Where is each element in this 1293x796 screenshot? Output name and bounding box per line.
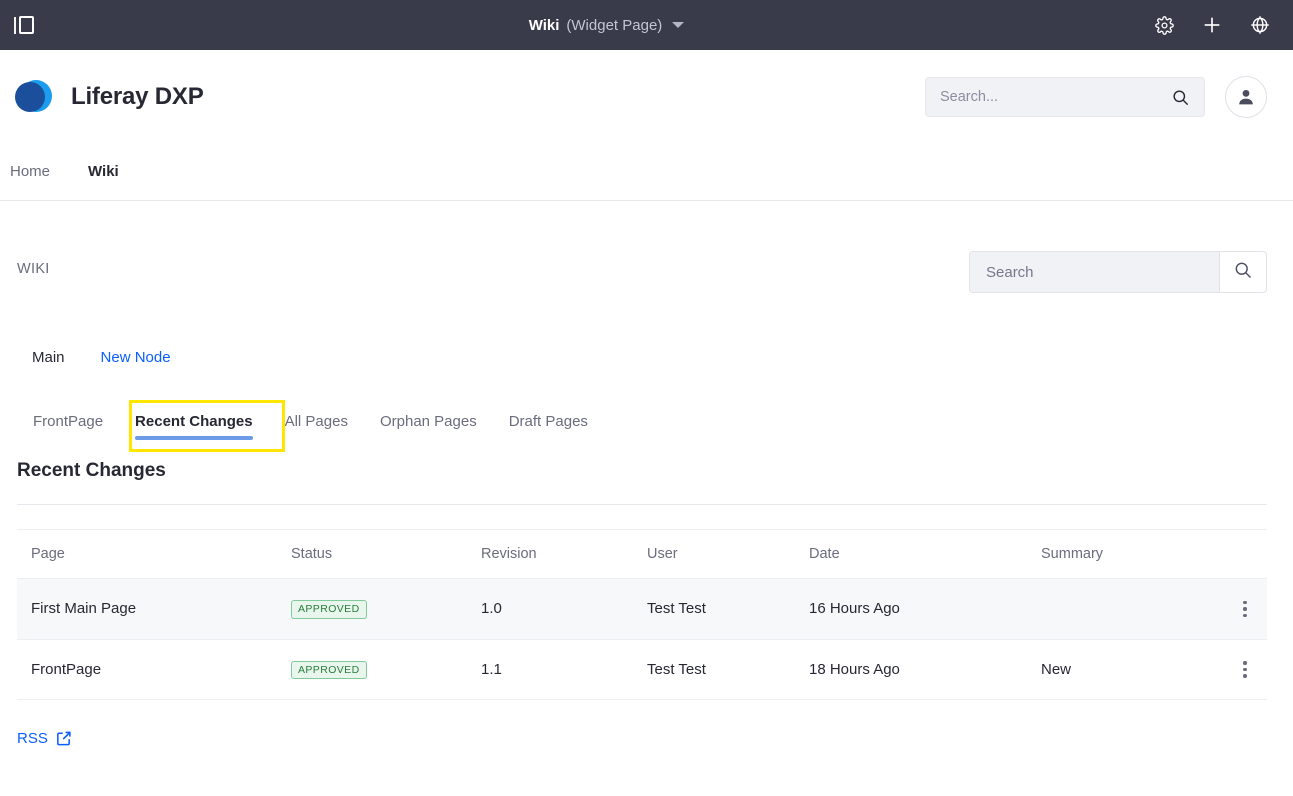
- site-header-right: [925, 76, 1267, 118]
- column-header-summary: Summary: [1027, 529, 1221, 579]
- cell-date: 16 Hours Ago: [795, 578, 1027, 639]
- site-header: Liferay DXP: [0, 50, 1293, 144]
- kebab-menu-icon[interactable]: [1235, 600, 1255, 617]
- panel-toggle-icon[interactable]: [14, 16, 34, 34]
- page-title: Wiki: [528, 16, 560, 34]
- brand-name: Liferay DXP: [71, 83, 204, 110]
- cell-revision: 1.1: [467, 638, 633, 700]
- user-avatar-icon[interactable]: [1225, 76, 1267, 118]
- control-menu-left: [0, 16, 60, 34]
- cell-actions: [1221, 578, 1267, 639]
- column-header-revision: Revision: [467, 529, 633, 579]
- table-header-row: Page Status Revision User Date Summary: [17, 529, 1267, 579]
- wiki-node-tabs: Main New Node: [17, 349, 1267, 366]
- control-menu-page-title[interactable]: Wiki (Widget Page): [60, 17, 1153, 34]
- wiki-navigation-tabs: FrontPage Recent Changes All Pages Orpha…: [17, 394, 1267, 452]
- rss-link[interactable]: RSS: [17, 730, 48, 747]
- wiki-portlet: WIKI Main New Node FrontPage Recent Chan…: [0, 201, 1293, 747]
- cell-page: First Main Page: [17, 578, 277, 639]
- active-tab-underline: [135, 436, 253, 440]
- tab-recent-changes-label: Recent Changes: [135, 413, 253, 430]
- status-badge: APPROVED: [291, 600, 367, 619]
- header-search[interactable]: [925, 77, 1205, 117]
- cell-revision: 1.0: [467, 578, 633, 639]
- page-type-label: (Widget Page): [566, 16, 663, 34]
- table-row[interactable]: First Main Page APPROVED 1.0 Test Test 1…: [17, 578, 1267, 639]
- cell-status: APPROVED: [277, 578, 467, 639]
- cell-summary: [1027, 578, 1221, 639]
- tab-recent-changes[interactable]: Recent Changes: [119, 413, 269, 446]
- search-icon[interactable]: [1171, 88, 1190, 107]
- status-badge: APPROVED: [291, 660, 367, 679]
- kebab-menu-icon[interactable]: [1235, 661, 1255, 678]
- table-row[interactable]: FrontPage APPROVED 1.1 Test Test 18 Hour…: [17, 638, 1267, 700]
- wiki-search-group: [969, 251, 1267, 293]
- portlet-label: WIKI: [17, 261, 50, 277]
- cell-user: Test Test: [633, 578, 795, 639]
- column-header-status: Status: [277, 529, 467, 579]
- search-input[interactable]: [940, 89, 1171, 105]
- node-tab-new-node[interactable]: New Node: [101, 349, 171, 366]
- column-header-date: Date: [795, 529, 1027, 579]
- tab-orphan-pages[interactable]: Orphan Pages: [364, 413, 493, 446]
- nav-item-home[interactable]: Home: [10, 163, 50, 182]
- liferay-logo-icon: [15, 78, 53, 116]
- node-tab-main[interactable]: Main: [32, 349, 65, 366]
- cell-date: 18 Hours Ago: [795, 638, 1027, 700]
- site-navigation: Home Wiki: [0, 144, 1293, 200]
- app-window: Wiki (Widget Page) Liferay DXP Search...…: [0, 0, 1293, 796]
- column-header-page: Page: [17, 529, 277, 579]
- column-header-actions: [1221, 529, 1267, 579]
- table-head: Page Status Revision User Date Summary: [17, 529, 1267, 579]
- gear-icon[interactable]: [1153, 14, 1175, 36]
- column-header-user: User: [633, 529, 795, 579]
- cell-actions: [1221, 638, 1267, 700]
- portlet-top-row: WIKI: [17, 201, 1267, 293]
- brand[interactable]: Liferay DXP: [10, 78, 204, 116]
- tab-all-pages[interactable]: All Pages: [269, 413, 364, 446]
- cell-summary: New: [1027, 638, 1221, 700]
- control-menu-bar: Wiki (Widget Page): [0, 0, 1293, 50]
- globe-icon[interactable]: [1249, 14, 1271, 36]
- section-divider: [17, 504, 1267, 505]
- control-menu-actions: [1153, 14, 1293, 36]
- chevron-down-icon[interactable]: [672, 22, 685, 28]
- section-title: Recent Changes: [17, 460, 166, 481]
- plus-icon[interactable]: [1201, 14, 1223, 36]
- cell-page: FrontPage: [17, 638, 277, 700]
- search-icon: [1233, 260, 1253, 285]
- nav-item-wiki[interactable]: Wiki: [88, 163, 119, 182]
- table-body: First Main Page APPROVED 1.0 Test Test 1…: [17, 578, 1267, 700]
- rss-row: RSS: [17, 730, 1267, 747]
- external-link-icon[interactable]: [55, 730, 72, 747]
- wiki-search-input[interactable]: [969, 251, 1219, 293]
- cell-user: Test Test: [633, 638, 795, 700]
- wiki-search-button[interactable]: [1219, 251, 1267, 293]
- cell-status: APPROVED: [277, 638, 467, 700]
- recent-changes-table: Page Status Revision User Date Summary F…: [17, 529, 1267, 700]
- tab-draft-pages[interactable]: Draft Pages: [493, 413, 604, 446]
- tab-frontpage[interactable]: FrontPage: [17, 413, 119, 446]
